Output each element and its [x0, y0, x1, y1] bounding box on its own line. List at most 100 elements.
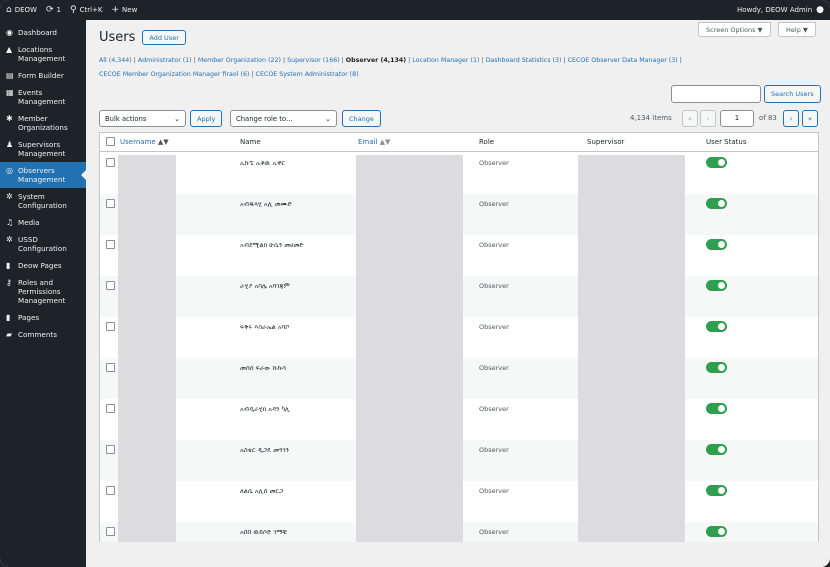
user-role: Observer: [479, 405, 509, 413]
user-name: አብዱላሂ አሊ መሙድ: [240, 200, 293, 208]
user-status-toggle[interactable]: [706, 321, 727, 332]
sidebar-item-ussd-configuration[interactable]: ✲ USSD Configuration: [0, 231, 86, 257]
sidebar-item-locations[interactable]: ▲ Locations Management: [0, 41, 86, 67]
sidebar-item-label: Dashboard: [18, 28, 57, 37]
row-checkbox[interactable]: [106, 527, 115, 536]
search-icon: ⚲: [69, 4, 77, 15]
filter-dashboard-statistics[interactable]: Dashboard Statistics (3): [486, 57, 562, 64]
redacted-usernames: [118, 155, 176, 542]
sidebar-item-events[interactable]: ▦ Events Management: [0, 84, 86, 110]
sidebar-item-form-builder[interactable]: ▤ Form Builder: [0, 67, 86, 84]
sidebar-item-roles-permissions[interactable]: ⚷ Roles and Permissions Management: [0, 274, 86, 309]
column-email[interactable]: Email ▲▼: [358, 138, 390, 146]
user-status-toggle[interactable]: [706, 485, 727, 496]
sidebar-item-member-organizations[interactable]: ✱ Member Organizations: [0, 110, 86, 136]
search-shortcut: Ctrl+K: [79, 6, 103, 14]
change-role-button[interactable]: Change: [342, 110, 381, 127]
sidebar-item-deow-pages[interactable]: ▮ Deow Pages: [0, 257, 86, 274]
column-email-label: Email: [358, 138, 378, 146]
location-icon: ▲: [6, 45, 13, 54]
row-checkbox[interactable]: [106, 158, 115, 167]
row-checkbox[interactable]: [106, 445, 115, 454]
select-all-checkbox[interactable]: [106, 137, 115, 146]
filter-member-organization[interactable]: Member Organization (22): [198, 57, 281, 64]
user-status-toggle[interactable]: [706, 444, 727, 455]
user-status-toggle[interactable]: [706, 239, 727, 250]
current-page-input[interactable]: 1: [720, 110, 754, 127]
main-content: Screen Options ▼ Help ▼ Users Add User A…: [86, 20, 830, 567]
filter-all[interactable]: All (4,344): [99, 57, 132, 64]
dashboard-icon: ◉: [6, 28, 13, 37]
new-label: New: [122, 6, 138, 14]
sidebar-item-observers[interactable]: ◎ Observers Management: [0, 162, 86, 188]
user-name: አበበ ዉይሶድ ገማቹ: [240, 528, 288, 536]
next-page-button[interactable]: ›: [783, 110, 799, 127]
change-role-value: Change role to…: [236, 114, 293, 123]
row-checkbox[interactable]: [106, 363, 115, 372]
filter-observer-data-manager[interactable]: CECOE Observer Data Manager (3): [568, 57, 678, 64]
filter-member-org-manager[interactable]: CECOE Member Organization Manager firaol…: [99, 71, 249, 78]
items-count: 4,134 items: [630, 114, 672, 122]
column-user-status: User Status: [706, 138, 747, 146]
sidebar-item-label: System Configuration: [18, 192, 67, 210]
user-status-toggle[interactable]: [706, 362, 727, 373]
user-status-toggle[interactable]: [706, 526, 727, 537]
sidebar-item-media[interactable]: ♫ Media: [0, 214, 86, 231]
sidebar-item-pages[interactable]: ▮ Pages: [0, 309, 86, 326]
user-role: Observer: [479, 446, 509, 454]
help-button[interactable]: Help ▼: [778, 22, 816, 37]
sidebar-item-label: Member Organizations: [18, 114, 68, 132]
column-role: Role: [479, 138, 495, 146]
search-users-button[interactable]: Search Users: [764, 85, 821, 103]
user-status-toggle[interactable]: [706, 280, 727, 291]
filter-location-manager[interactable]: Location Manager (1): [412, 57, 479, 64]
chevron-down-icon: ⌄: [325, 114, 331, 123]
column-username[interactable]: Username ▲▼: [120, 138, 169, 146]
row-checkbox[interactable]: [106, 486, 115, 495]
apply-button[interactable]: Apply: [190, 110, 223, 127]
pages-icon: ▮: [6, 313, 11, 322]
sidebar-item-comments[interactable]: ▰ Comments: [0, 326, 86, 343]
first-page-button[interactable]: «: [682, 110, 698, 127]
new-content-link[interactable]: + New: [112, 5, 138, 15]
user-status-toggle[interactable]: [706, 403, 727, 414]
sidebar-item-supervisors[interactable]: ♟ Supervisors Management: [0, 136, 86, 162]
filter-observer[interactable]: Observer (4,134): [346, 57, 406, 64]
screen-options-button[interactable]: Screen Options ▼: [698, 22, 771, 37]
sidebar-item-dashboard[interactable]: ◉ Dashboard: [0, 24, 86, 41]
command-search[interactable]: ⚲ Ctrl+K: [69, 4, 103, 15]
filter-system-administrator[interactable]: CECOE System Administrator (8): [256, 71, 359, 78]
filter-administrator[interactable]: Administrator (1): [138, 57, 192, 64]
admin-sidebar: ◉ Dashboard ▲ Locations Management ▤ Form B…: [0, 20, 86, 567]
add-user-button[interactable]: Add User: [142, 30, 186, 45]
user-status-toggle[interactable]: [706, 157, 727, 168]
sidebar-item-label: Supervisors Management: [18, 140, 66, 158]
user-icon: ●: [816, 5, 824, 15]
row-checkbox[interactable]: [106, 404, 115, 413]
sidebar-item-label: Roles and Permissions Management: [18, 278, 66, 305]
user-role: Observer: [479, 282, 509, 290]
filter-supervisor[interactable]: Supervisor (166): [287, 57, 340, 64]
person-icon: ♟: [6, 140, 14, 149]
bulk-actions-select[interactable]: Bulk actions ⌄: [99, 110, 186, 127]
sidebar-item-system-configuration[interactable]: ✲ System Configuration: [0, 188, 86, 214]
sidebar-item-label: Pages: [18, 313, 40, 322]
row-checkbox[interactable]: [106, 281, 115, 290]
row-checkbox[interactable]: [106, 322, 115, 331]
comment-icon: ▰: [6, 330, 13, 339]
row-checkbox[interactable]: [106, 199, 115, 208]
account-menu[interactable]: Howdy, DEOW Admin ●: [737, 5, 824, 15]
refresh-icon: ⟳: [45, 4, 54, 15]
change-role-select[interactable]: Change role to… ⌄: [230, 110, 337, 127]
user-search-input[interactable]: [671, 85, 761, 103]
organization-icon: ✱: [6, 114, 13, 123]
settings-icon: ✲: [6, 235, 13, 244]
prev-page-button[interactable]: ‹: [700, 110, 716, 127]
user-status-toggle[interactable]: [706, 198, 727, 209]
form-icon: ▤: [6, 71, 14, 80]
updates-link[interactable]: ⟳ 1: [45, 4, 61, 15]
row-checkbox[interactable]: [106, 240, 115, 249]
last-page-button[interactable]: »: [802, 110, 818, 127]
redacted-supervisors: [578, 155, 685, 542]
site-home-link[interactable]: ⌂ DEOW: [6, 5, 37, 15]
